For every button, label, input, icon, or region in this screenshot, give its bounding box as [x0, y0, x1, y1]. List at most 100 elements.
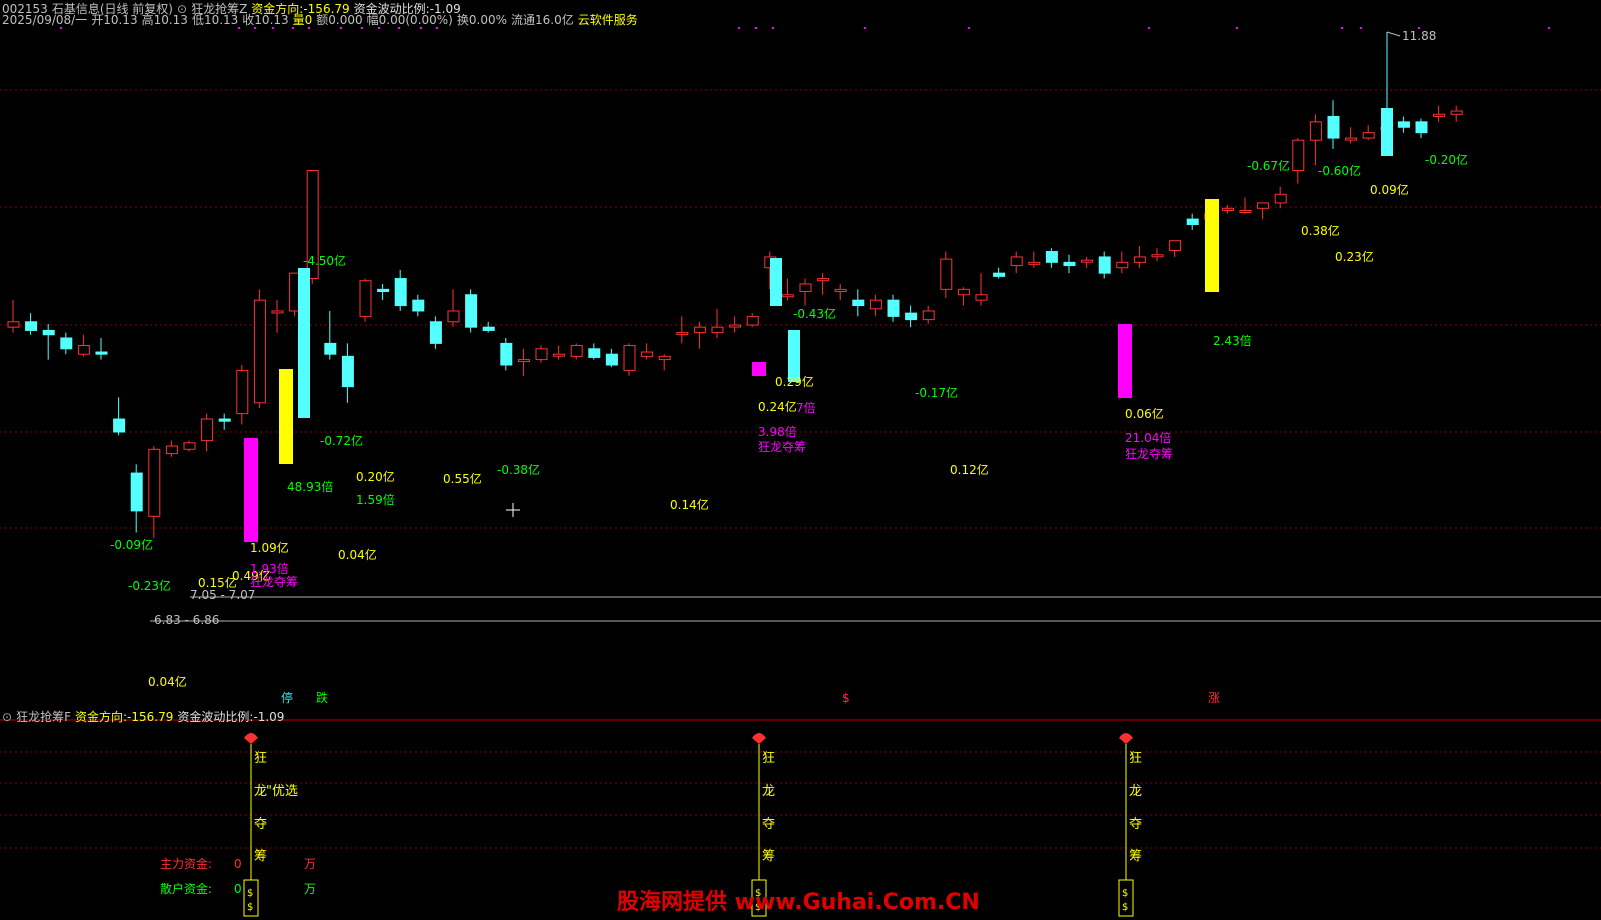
candle-body[interactable]	[1133, 256, 1146, 263]
candle-body[interactable]	[148, 448, 161, 517]
candle-body[interactable]	[1450, 110, 1463, 115]
candle-body[interactable]	[1081, 259, 1094, 263]
candle-body[interactable]	[412, 299, 425, 312]
candle-body[interactable]	[236, 369, 249, 415]
candle-body[interactable]	[377, 288, 390, 293]
signal-dot	[1548, 27, 1550, 29]
candle-body[interactable]	[60, 337, 73, 350]
candle-body[interactable]	[957, 288, 970, 296]
signal-bar	[752, 362, 766, 376]
candle-body[interactable]	[324, 342, 337, 355]
candle-body[interactable]	[817, 278, 830, 282]
candle-body[interactable]	[482, 326, 495, 331]
candle-body[interactable]	[711, 326, 724, 334]
chart-annotation: 0.20亿	[356, 469, 395, 484]
sub-indicator-name[interactable]: 狂龙抢筹F	[16, 710, 71, 724]
candle-body[interactable]	[25, 321, 38, 331]
candle-body[interactable]	[1028, 261, 1041, 265]
candle-body[interactable]	[781, 294, 794, 298]
candle-body[interactable]	[1169, 240, 1182, 251]
candle-body[interactable]	[95, 351, 108, 355]
candle-body[interactable]	[869, 299, 882, 310]
candle-body[interactable]	[1063, 261, 1076, 267]
candle-body[interactable]	[465, 294, 478, 328]
candle-body[interactable]	[394, 278, 407, 307]
candle-body[interactable]	[113, 418, 126, 433]
candle-body[interactable]	[887, 299, 900, 317]
candle-body[interactable]	[218, 418, 231, 422]
candle-body[interactable]	[429, 321, 442, 344]
candle-body[interactable]	[1345, 137, 1358, 141]
candle-body[interactable]	[183, 442, 196, 450]
retail-fund-unit: 万	[304, 882, 316, 896]
candle-body[interactable]	[1292, 139, 1305, 171]
candle-body[interactable]	[517, 359, 530, 363]
candle-body[interactable]	[42, 329, 55, 336]
axis-mark: 涨	[1208, 690, 1220, 705]
candle-body[interactable]	[1151, 254, 1164, 258]
candle-body[interactable]	[1239, 209, 1252, 213]
candle-body[interactable]	[905, 312, 918, 321]
chart-annotation: -0.67亿	[1247, 158, 1290, 173]
signal-char: 龙	[762, 784, 775, 799]
candle-body[interactable]	[1327, 115, 1340, 139]
candle-body[interactable]	[1362, 132, 1375, 139]
candle-body[interactable]	[341, 355, 354, 388]
main-fund-label: 主力资金:	[160, 856, 212, 871]
candle-body[interactable]	[1045, 251, 1058, 263]
candle-body[interactable]	[623, 345, 636, 371]
candle-body[interactable]	[658, 355, 671, 361]
candle-body[interactable]	[975, 294, 988, 301]
candle-body[interactable]	[1415, 121, 1428, 134]
candle-body[interactable]	[1397, 121, 1410, 128]
candle-body[interactable]	[1274, 193, 1287, 204]
candle-body[interactable]	[1257, 202, 1270, 209]
candle-body[interactable]	[588, 348, 601, 358]
candle-body[interactable]	[1309, 121, 1322, 141]
candle-body[interactable]	[201, 418, 214, 442]
candle-body[interactable]	[130, 472, 143, 512]
candle-body[interactable]	[693, 326, 706, 334]
candle-body[interactable]	[746, 315, 759, 326]
candle-body[interactable]	[852, 299, 865, 307]
quote-sector[interactable]: 云软件服务	[578, 13, 638, 27]
candle-body[interactable]	[1098, 256, 1111, 274]
candle-body[interactable]	[1116, 261, 1129, 269]
sub-indicator-toggle-icon[interactable]: ⊙	[2, 710, 12, 724]
candle-body[interactable]	[1186, 218, 1199, 226]
candle-body[interactable]	[7, 321, 20, 328]
money-bag-icon: $	[1122, 902, 1128, 913]
signal-dot	[772, 27, 774, 29]
kline-chart[interactable]: 11.88 7.05 - 7.07 6.83 - 6.86 0.04亿 -0.09亿 -0…	[0, 0, 1601, 917]
candle-body[interactable]	[165, 445, 178, 455]
candle-body[interactable]	[570, 345, 583, 357]
candle-body[interactable]	[1221, 207, 1234, 211]
chart-window[interactable]: 11.88 7.05 - 7.07 6.83 - 6.86 0.04亿 -0.09亿 -0…	[0, 0, 1601, 917]
max-price-pointer	[1386, 31, 1401, 37]
candle-body[interactable]	[641, 351, 654, 357]
candle-body[interactable]	[77, 345, 90, 355]
candle-body[interactable]	[676, 332, 689, 336]
candle-body[interactable]	[922, 310, 935, 321]
candle-body[interactable]	[359, 280, 372, 317]
candle-body[interactable]	[1010, 256, 1023, 267]
signal-dot	[968, 27, 970, 29]
candle-body[interactable]	[940, 258, 953, 290]
candle-body[interactable]	[605, 353, 618, 366]
candle-body[interactable]	[1433, 113, 1446, 117]
chart-annotation: 0.12亿	[950, 462, 989, 477]
candle-body[interactable]	[253, 299, 266, 404]
chart-annotation: 狂龙夺筹	[250, 575, 298, 589]
candle-body[interactable]	[799, 283, 812, 293]
candle-body[interactable]	[993, 272, 1006, 277]
candle-body[interactable]	[834, 288, 847, 293]
candle-body[interactable]	[271, 310, 284, 314]
signal-dot	[1236, 27, 1238, 29]
candle-body[interactable]	[553, 353, 566, 357]
candle-body[interactable]	[535, 348, 548, 361]
candle-body[interactable]	[500, 342, 513, 366]
signal-char: 筹	[1129, 848, 1142, 864]
main-fund-value: 0	[234, 857, 242, 871]
candle-body[interactable]	[447, 310, 460, 323]
candle-body[interactable]	[729, 324, 742, 328]
